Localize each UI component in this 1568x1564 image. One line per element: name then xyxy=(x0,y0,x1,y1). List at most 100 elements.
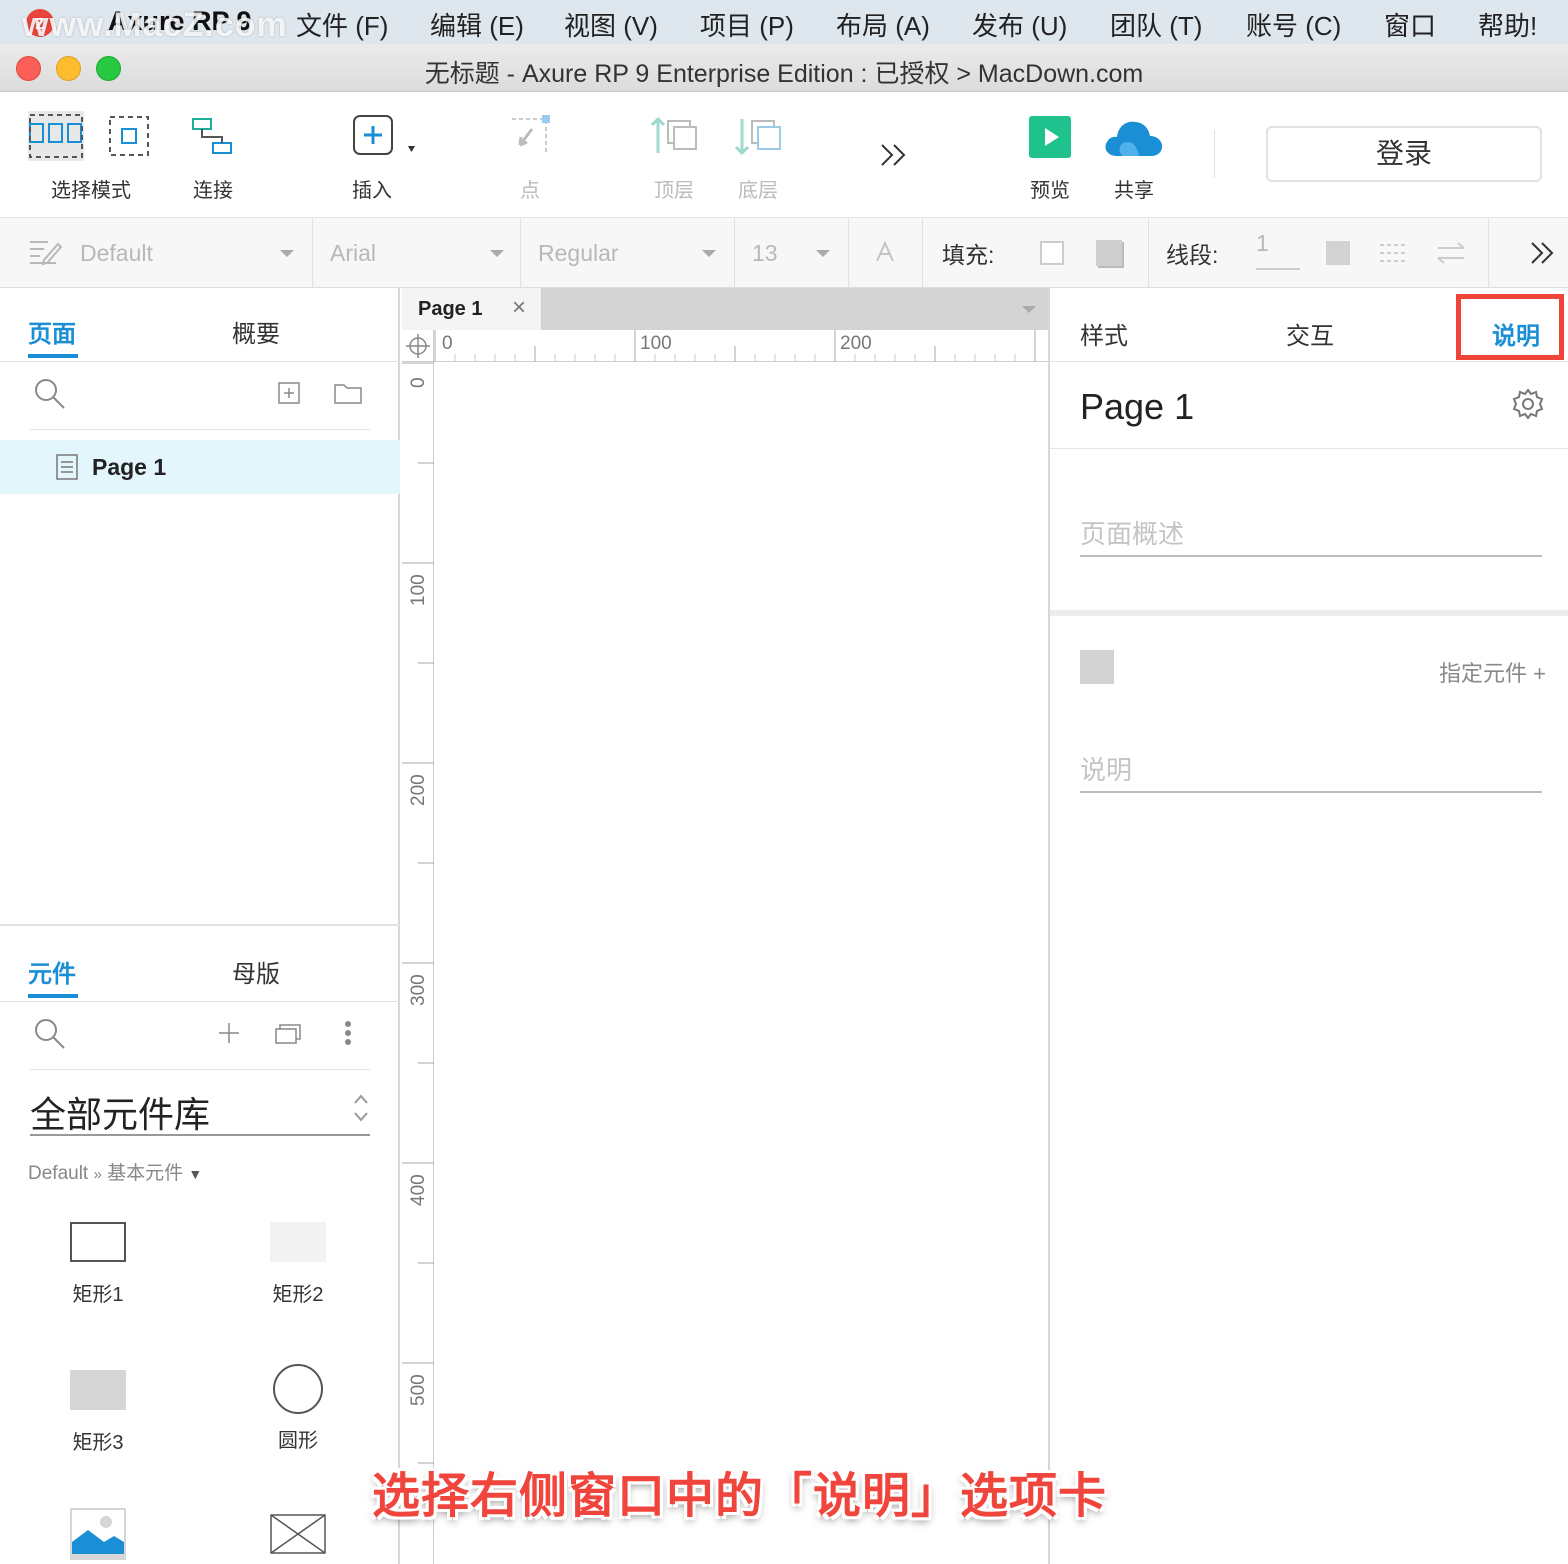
send-to-back-label: 底层 xyxy=(738,180,778,202)
widget-placeholder[interactable] xyxy=(218,1514,378,1554)
tab-style[interactable]: 样式 xyxy=(1080,316,1128,351)
active-tab-underline xyxy=(28,994,78,998)
tab-masters[interactable]: 母版 xyxy=(232,954,280,989)
library-stack-icon[interactable] xyxy=(274,1020,304,1046)
page-list-item[interactable]: Page 1 xyxy=(0,440,400,494)
insert-button[interactable]: 插入 xyxy=(340,92,424,218)
style-select[interactable]: Default xyxy=(80,218,294,288)
library-select-value: 全部元件库 xyxy=(30,1094,211,1135)
menu-account[interactable]: 账号 (C) xyxy=(1246,6,1341,43)
share-button[interactable]: 共享 xyxy=(1100,92,1168,218)
ruler-label: 500 xyxy=(408,1374,429,1406)
add-folder-icon[interactable] xyxy=(334,382,362,404)
ruler-origin[interactable] xyxy=(402,330,434,362)
fill-color-button[interactable] xyxy=(1040,218,1064,288)
fill-pattern-swatch xyxy=(1096,240,1122,266)
menu-team[interactable]: 团队 (T) xyxy=(1110,6,1202,43)
widgets-tab-row: 元件 母版 xyxy=(0,928,400,1002)
select-mode-button[interactable]: 选择模式 xyxy=(28,92,158,218)
widget-image[interactable] xyxy=(18,1508,178,1560)
tabs-dropdown-icon[interactable] xyxy=(1022,306,1036,313)
tab-page1[interactable]: Page 1 × xyxy=(402,288,542,330)
widgets-toolbar xyxy=(30,1002,370,1070)
line-width-value: 1 xyxy=(1256,229,1269,256)
tab-widgets[interactable]: 元件 xyxy=(28,954,76,989)
vertical-ruler[interactable]: 0 100 200 300 400 500 xyxy=(402,362,434,1564)
left-panel: 页面 概要 Page 1 元件 母版 全部元件库 Default » 基本元件 … xyxy=(0,288,400,1564)
font-color-button[interactable] xyxy=(874,218,896,288)
preview-button[interactable]: 预览 xyxy=(1018,92,1082,218)
point-button[interactable]: 点 xyxy=(500,92,560,218)
style-edit-icon[interactable] xyxy=(28,218,62,288)
add-library-icon[interactable] xyxy=(218,1022,240,1044)
bring-to-front-icon xyxy=(650,114,698,160)
ruler-label: 200 xyxy=(840,333,872,354)
right-panel: 样式 交互 说明 Page 1 页面概述 指定元件 + 说明 xyxy=(1048,288,1568,1564)
font-select[interactable]: Arial xyxy=(330,218,504,288)
style-select-value: Default xyxy=(80,239,153,266)
window-titlebar: 无标题 - Axure RP 9 Enterprise Edition : 已授… xyxy=(0,44,1568,92)
menu-help[interactable]: 帮助! xyxy=(1478,6,1537,43)
assign-widget-button[interactable]: 指定元件 + xyxy=(1439,656,1546,688)
widget-rectangle2[interactable]: 矩形2 xyxy=(218,1222,378,1307)
page-name: Page 1 xyxy=(92,454,167,480)
fill-pattern-button[interactable] xyxy=(1096,218,1122,288)
login-button[interactable]: 登录 xyxy=(1266,126,1542,182)
section-divider xyxy=(1050,448,1568,449)
menu-publish[interactable]: 发布 (U) xyxy=(972,6,1067,43)
line-color-button[interactable] xyxy=(1326,218,1350,288)
menu-layout[interactable]: 布局 (A) xyxy=(836,6,930,43)
select-mode-label: 选择模式 xyxy=(51,180,131,202)
library-select[interactable]: 全部元件库 xyxy=(30,1078,370,1136)
chevron-down-icon xyxy=(816,250,830,257)
page-overview-field[interactable]: 页面概述 xyxy=(1080,514,1542,557)
tab-pages[interactable]: 页面 xyxy=(28,314,76,349)
chevron-down-icon xyxy=(702,250,716,257)
close-icon[interactable]: × xyxy=(512,294,526,322)
search-icon[interactable] xyxy=(34,1018,66,1050)
caret-down-icon: ▼ xyxy=(188,1166,203,1182)
tab-interactions[interactable]: 交互 xyxy=(1286,316,1334,351)
menu-window[interactable]: 窗口 xyxy=(1384,6,1436,43)
send-to-back-button[interactable]: 底层 xyxy=(728,92,788,218)
note-color-swatch[interactable] xyxy=(1080,650,1114,684)
more-options-icon[interactable] xyxy=(344,1020,352,1046)
ruler-label: 0 xyxy=(442,333,453,354)
connect-button[interactable]: 连接 xyxy=(180,92,246,218)
menu-view[interactable]: 视图 (V) xyxy=(564,6,658,43)
preview-label: 预览 xyxy=(1030,180,1070,202)
active-tab-underline xyxy=(28,354,78,358)
arrow-style-button[interactable] xyxy=(1434,218,1468,288)
page-title: Page 1 xyxy=(1080,386,1195,427)
library-breadcrumb[interactable]: Default » 基本元件 ▼ xyxy=(28,1158,202,1185)
line-pattern-button[interactable] xyxy=(1378,218,1410,288)
tutorial-caption: 选择右侧窗口中的「说明」选项卡 xyxy=(372,1470,1108,1523)
add-page-icon[interactable] xyxy=(278,382,300,404)
widget-label: 圆形 xyxy=(278,1430,318,1452)
search-icon[interactable] xyxy=(34,378,66,410)
menu-edit[interactable]: 编辑 (E) xyxy=(430,6,524,43)
formatbar-more-button[interactable] xyxy=(1528,218,1556,288)
line-width-input[interactable]: 1 xyxy=(1256,218,1300,270)
font-select-value: Arial xyxy=(330,239,377,266)
notes-field[interactable]: 说明 xyxy=(1080,750,1542,793)
bring-to-front-button[interactable]: 顶层 xyxy=(644,92,704,218)
font-weight-select[interactable]: Regular xyxy=(538,218,716,288)
widget-circle[interactable]: 圆形 xyxy=(218,1364,378,1453)
point-label: 点 xyxy=(520,180,540,202)
widget-rectangle1[interactable]: 矩形1 xyxy=(18,1222,178,1307)
font-size-select[interactable]: 13 xyxy=(752,218,830,288)
format-divider xyxy=(922,218,923,288)
menu-file[interactable]: 文件 (F) xyxy=(296,6,388,43)
menu-project[interactable]: 项目 (P) xyxy=(700,6,794,43)
widget-label: 矩形1 xyxy=(72,1284,124,1306)
canvas-area[interactable]: Page 1 × 0 100 200 0 100 200 300 400 500 xyxy=(402,288,1048,1564)
tab-outline[interactable]: 概要 xyxy=(232,314,280,349)
horizontal-ruler[interactable]: 0 100 200 xyxy=(434,330,1048,362)
toolbar-more-button[interactable] xyxy=(866,92,920,218)
gear-icon[interactable] xyxy=(1512,388,1544,420)
format-divider xyxy=(312,218,313,288)
pages-tab-row: 页面 概要 xyxy=(0,288,400,362)
format-divider xyxy=(734,218,735,288)
widget-rectangle3[interactable]: 矩形3 xyxy=(18,1370,178,1455)
